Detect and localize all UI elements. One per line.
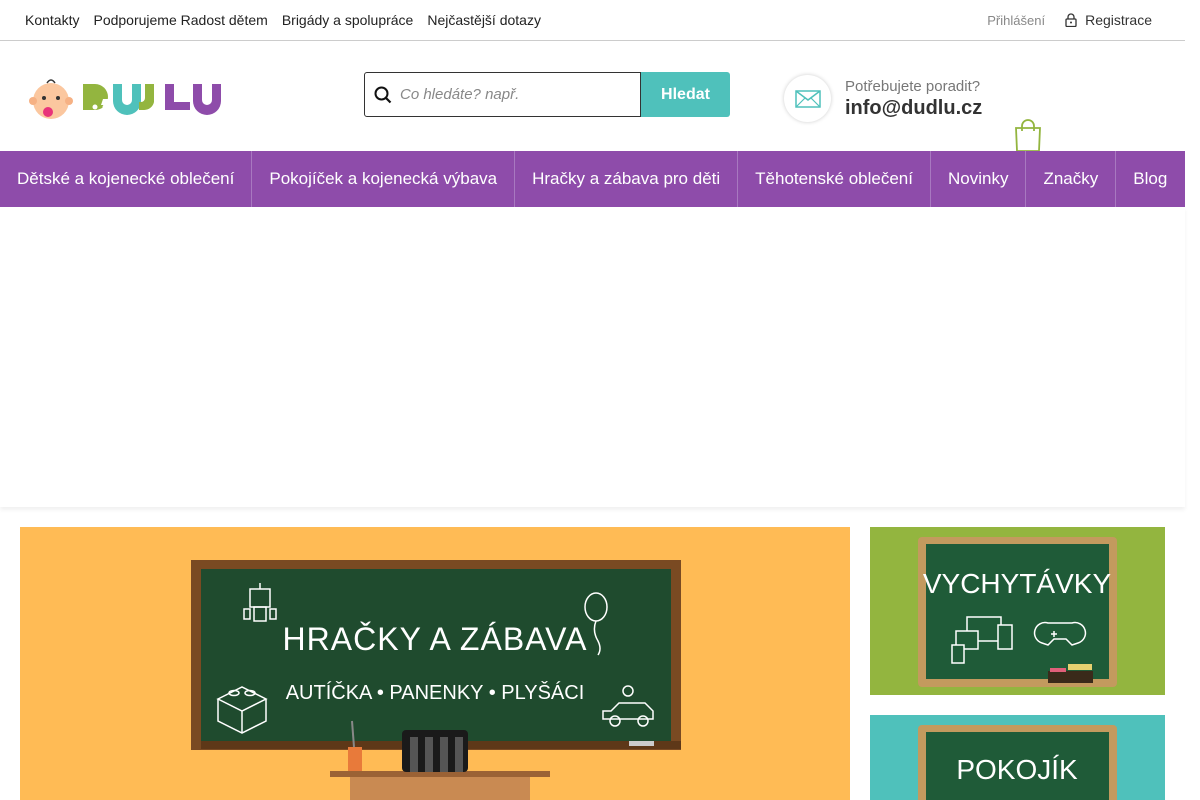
side-banner-nursery[interactable]: POKOJÍK (870, 715, 1165, 800)
register-label: Registrace (1085, 12, 1152, 28)
side1-title: VYCHYTÁVKY (923, 568, 1112, 599)
search-button[interactable]: Hledat (641, 72, 730, 117)
account-links: Přihlášení Registrace (987, 12, 1152, 28)
nav-item-nursery[interactable]: Pokojíček a kojenecká výbava (252, 151, 516, 207)
nav-item-toys[interactable]: Hračky a zábava pro děti (515, 151, 739, 207)
contact-circle (784, 75, 831, 122)
contact-box: Potřebujete poradit? info@dudlu.cz (784, 75, 982, 122)
login-link[interactable]: Přihlášení (987, 13, 1045, 28)
contact-question: Potřebujete poradit? (845, 77, 981, 95)
top-links: Kontakty Podporujeme Radost dětem Brigád… (25, 12, 541, 28)
hero-subtitle: AUTÍČKA • PANENKY • PLYŠÁCI (286, 681, 585, 704)
register-link[interactable]: Registrace (1065, 12, 1152, 28)
logo-letters (83, 84, 221, 115)
envelope-icon (794, 89, 821, 108)
search-form: Hledat (364, 72, 730, 117)
nav-item-maternity[interactable]: Těhotenské oblečení (738, 151, 931, 207)
dudlu-logo[interactable] (25, 74, 260, 122)
link-faq[interactable]: Nejčastější dotazy (427, 12, 541, 28)
contact-text: Potřebujete poradit? info@dudlu.cz (845, 78, 982, 120)
nav-item-clothing[interactable]: Dětské a kojenecké oblečení (0, 151, 253, 207)
search-icon (374, 86, 392, 103)
hero-banner-toys[interactable]: HRAČKY A ZÁBAVA AUTÍČKA • PANENKY • PLYŠ… (20, 527, 850, 800)
contact-email[interactable]: info@dudlu.cz (845, 97, 982, 120)
link-support[interactable]: Podporujeme Radost dětem (93, 12, 267, 28)
side2-title: POKOJÍK (956, 754, 1078, 785)
nav-item-blog[interactable]: Blog (1116, 151, 1184, 207)
nav-item-new[interactable]: Novinky (931, 151, 1027, 207)
baby-face-icon (29, 79, 73, 119)
header: Hledat Potřebujete poradit? info@dudlu.c… (0, 41, 1185, 153)
hero-illustration: HRAČKY A ZÁBAVA AUTÍČKA • PANENKY • PLYŠ… (191, 560, 681, 800)
empty-slider-area (0, 207, 1185, 507)
nursery-illustration: POKOJÍK (918, 725, 1117, 800)
main-nav: Dětské a kojenecké oblečení Pokojíček a … (0, 151, 1185, 207)
gadgets-illustration: VYCHYTÁVKY (918, 537, 1117, 687)
shopping-bag-icon[interactable] (1013, 119, 1043, 153)
hero-title: HRAČKY A ZÁBAVA (283, 621, 588, 657)
nav-item-brands[interactable]: Značky (1026, 151, 1117, 207)
lock-icon (1065, 13, 1077, 27)
link-contacts[interactable]: Kontakty (25, 12, 79, 28)
side-banner-gadgets[interactable]: VYCHYTÁVKY (870, 527, 1165, 695)
top-bar: Kontakty Podporujeme Radost dětem Brigád… (0, 0, 1185, 41)
link-jobs[interactable]: Brigády a spolupráce (282, 12, 414, 28)
search-input[interactable] (400, 86, 630, 103)
search-field (364, 72, 641, 117)
